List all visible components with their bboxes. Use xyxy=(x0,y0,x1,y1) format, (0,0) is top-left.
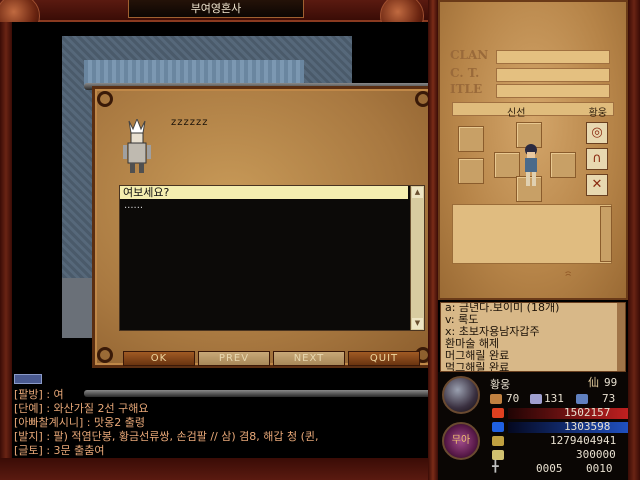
npc-portrait xyxy=(123,119,151,173)
stat-b-icon xyxy=(530,394,542,404)
equip-slot-left-1[interactable] xyxy=(458,126,484,152)
prev-button[interactable]: PREV xyxy=(198,351,270,366)
stat-c-icon xyxy=(576,394,588,404)
mode-orb[interactable]: 무아 xyxy=(442,422,480,460)
left-frame xyxy=(0,22,12,480)
gold-icon xyxy=(492,450,504,460)
equip-header-left: 신선 xyxy=(507,108,526,119)
hp-icon xyxy=(492,408,504,418)
dialog-line: 여보세요? xyxy=(120,186,408,199)
mp-icon xyxy=(492,422,504,432)
list-item[interactable]: 먹그해릴 완료 xyxy=(445,359,509,371)
npc-dialog: zzzzzz 여보세요? ...... ▲ ▼ OK PREV NEXT QUI… xyxy=(92,86,436,368)
boots-icon[interactable]: ∩ xyxy=(586,148,608,170)
hp-value: 1502157 xyxy=(564,406,611,419)
ct-field xyxy=(496,68,610,82)
inventory-scrollbar[interactable] xyxy=(600,206,612,262)
scroll-up-arrow-icon[interactable]: ▲ xyxy=(412,187,423,198)
ok-button[interactable]: OK xyxy=(123,351,195,366)
coord-x-value: 0005 xyxy=(536,462,563,475)
equip-slot-mid-right[interactable] xyxy=(550,152,576,178)
level-icon: 仙 xyxy=(588,376,599,389)
ring-icon[interactable]: ◎ xyxy=(586,122,608,144)
inventory-box[interactable] xyxy=(452,204,612,264)
npc-speech: zzzzzz xyxy=(171,117,209,128)
dialog-line: ...... xyxy=(124,200,144,211)
dialog-rail-bottom xyxy=(84,390,446,397)
quit-button[interactable]: QUIT xyxy=(348,351,420,366)
item-list-scrollbar[interactable] xyxy=(617,303,625,371)
exp-value: 1279404941 xyxy=(550,434,617,447)
gold-value: 300000 xyxy=(576,448,616,461)
stat-a-icon xyxy=(490,394,502,404)
corner-ornament-icon xyxy=(97,91,113,107)
bottom-frame xyxy=(0,458,438,480)
chat-tab[interactable] xyxy=(14,374,42,384)
equip-header-row: 신선 황웅 xyxy=(452,102,614,119)
middle-frame xyxy=(428,0,438,480)
next-button[interactable]: NEXT xyxy=(273,351,345,366)
equip-slot-mid-left[interactable] xyxy=(494,152,520,178)
character-orb-icon[interactable] xyxy=(442,376,480,414)
exp-icon xyxy=(492,436,504,446)
scroll-down-arrow-icon[interactable]: ▼ xyxy=(412,318,423,329)
right-frame xyxy=(628,0,640,480)
status-panel: 무아 황웅 仙 99 70 131 73 1502157 1303598 127… xyxy=(438,372,628,480)
dialog-scrollbar[interactable]: ▲ ▼ xyxy=(410,186,424,330)
player-character xyxy=(525,144,537,186)
window-title: 부여영혼사 xyxy=(128,0,304,18)
character-panel: CLAN C. T. ITLE 신선 황웅 ◎ ∩ ✕ ꩰ xyxy=(438,0,628,300)
title-label: ITLE xyxy=(450,82,483,96)
clan-field xyxy=(496,50,610,64)
stat-c-value: 73 xyxy=(602,392,616,405)
map-icon: ╋ xyxy=(492,460,499,473)
gloves-icon[interactable]: ✕ xyxy=(586,174,608,196)
equip-header-right: 황웅 xyxy=(588,108,607,119)
level-value: 99 xyxy=(604,376,618,389)
clan-label: CLAN xyxy=(450,48,489,62)
chat-log[interactable]: [팔방] : 여 [단예] : 와산가질 2선 구해요 [아빠찰계시니] : 맛… xyxy=(12,372,426,458)
ct-label: C. T. xyxy=(450,66,480,80)
player-name: 황웅 xyxy=(490,378,511,391)
chat-line: [글토] : 3문 출춤여 xyxy=(14,444,105,457)
title-field xyxy=(496,84,610,98)
corner-ornament-icon xyxy=(97,347,113,363)
coord-y-value: 0010 xyxy=(586,462,613,475)
item-list[interactable]: a: 금년다.보이미 (18개) v: 록도 x: 초보자용남자갑주 환마술 해… xyxy=(440,302,626,372)
equip-slot-left-2[interactable] xyxy=(458,158,484,184)
stat-a-value: 70 xyxy=(506,392,520,405)
stat-b-value: 131 xyxy=(544,392,564,405)
mp-value: 1303598 xyxy=(564,420,611,433)
dialog-text-area[interactable]: 여보세요? ...... ▲ ▼ xyxy=(119,185,425,331)
